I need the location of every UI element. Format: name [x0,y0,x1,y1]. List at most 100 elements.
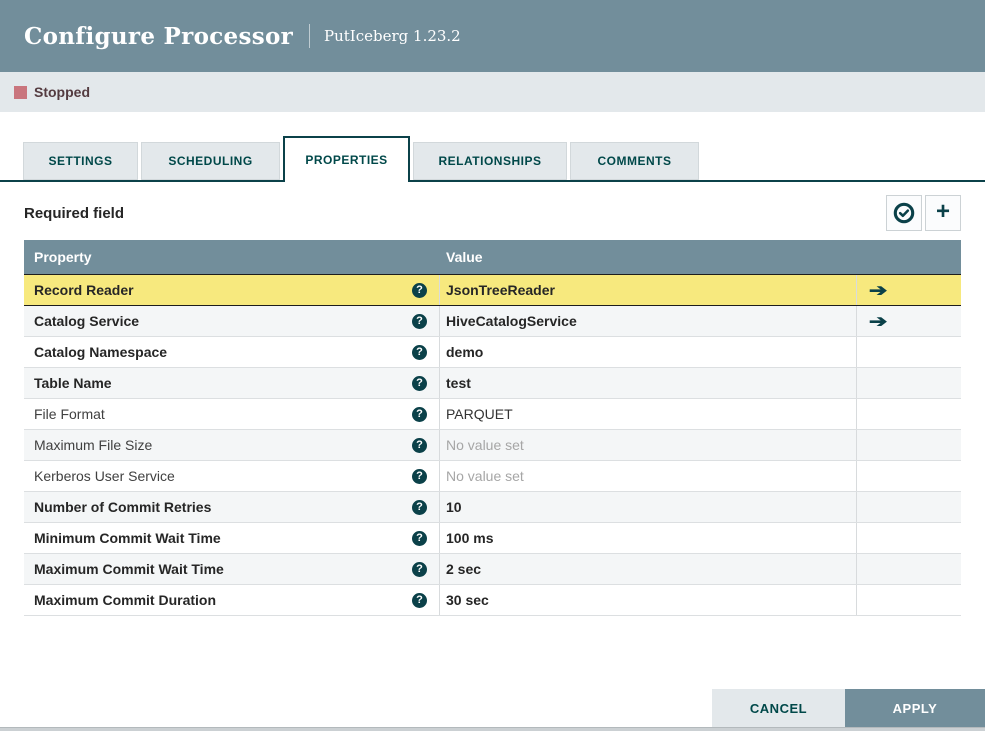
help-icon[interactable]: ? [412,344,427,360]
tab-relationships-label: RELATIONSHIPS [438,154,542,168]
property-value: PARQUET [446,406,513,422]
property-cell: Maximum File Size ? [24,430,440,460]
help-icon[interactable]: ? [412,561,427,577]
property-name: Kerberos User Service [34,468,175,484]
tab-relationships[interactable]: RELATIONSHIPS [413,142,567,180]
tab-properties[interactable]: PROPERTIES [283,136,410,182]
goto-cell: ➔ [857,554,961,584]
tab-settings[interactable]: SETTINGS [23,142,138,180]
processor-type-version: PutIceberg 1.23.2 [324,27,461,45]
dialog-title: Configure Processor [24,22,294,50]
help-icon[interactable]: ? [412,375,427,391]
column-header-property: Property [34,249,92,265]
table-row[interactable]: Kerberos User Service ? No value set ➔ [24,461,961,492]
help-icon[interactable]: ? [412,592,427,608]
property-cell: Table Name ? [24,368,440,398]
property-cell: Kerberos User Service ? [24,461,440,491]
goto-cell: ➔ [857,492,961,522]
help-icon[interactable]: ? [412,437,427,453]
apply-button[interactable]: APPLY [845,689,985,727]
property-value: test [446,375,471,391]
bottom-edge-strip [0,727,985,731]
cancel-button[interactable]: CANCEL [712,689,845,727]
property-value: 100 ms [446,530,494,546]
help-icon[interactable]: ? [412,406,427,422]
property-value: 10 [446,499,462,515]
goto-cell: ➔ [857,337,961,367]
value-cell[interactable]: 100 ms [440,523,857,553]
property-value: HiveCatalogService [446,313,577,329]
check-circle-icon [893,202,915,224]
help-icon[interactable]: ? [412,313,427,329]
property-value: demo [446,344,484,360]
goto-service-icon[interactable]: ➔ [869,313,888,330]
help-icon[interactable]: ? [412,468,427,484]
stopped-status-icon [14,85,27,99]
tab-comments[interactable]: COMMENTS [570,142,699,180]
property-name: Minimum Commit Wait Time [34,530,221,546]
property-cell: Catalog Namespace ? [24,337,440,367]
table-body: Record Reader ? JsonTreeReader ➔ Catalog… [24,274,961,616]
property-name: Maximum Commit Wait Time [34,561,224,577]
table-row[interactable]: Record Reader ? JsonTreeReader ➔ [24,274,961,306]
table-row[interactable]: Number of Commit Retries ? 10 ➔ [24,492,961,523]
property-name: Catalog Namespace [34,344,168,360]
dialog-footer: CANCEL APPLY [712,689,985,727]
properties-table: Property Value Record Reader ? JsonTreeR… [24,240,961,616]
tab-scheduling-label: SCHEDULING [168,154,253,168]
property-value: 30 sec [446,592,489,608]
title-divider [309,24,311,48]
property-name: File Format [34,406,105,422]
table-row[interactable]: Catalog Service ? HiveCatalogService ➔ [24,306,961,337]
property-cell: File Format ? [24,399,440,429]
property-name: Catalog Service [34,313,140,329]
goto-service-icon[interactable]: ➔ [869,282,888,299]
table-row[interactable]: Maximum Commit Wait Time ? 2 sec ➔ [24,554,961,585]
tab-scheduling[interactable]: SCHEDULING [141,142,280,180]
add-property-button[interactable]: + [925,195,961,231]
value-cell[interactable]: No value set [440,461,857,491]
goto-cell: ➔ [857,306,961,336]
property-name: Number of Commit Retries [34,499,212,515]
goto-cell: ➔ [857,523,961,553]
table-row[interactable]: Maximum Commit Duration ? 30 sec ➔ [24,585,961,616]
property-cell: Maximum Commit Wait Time ? [24,554,440,584]
verify-properties-button[interactable] [886,195,922,231]
property-value: 2 sec [446,561,482,577]
value-cell[interactable]: demo [440,337,857,367]
value-cell[interactable]: 2 sec [440,554,857,584]
properties-toolbar: Required field + [24,194,961,232]
tab-settings-label: SETTINGS [48,154,113,168]
table-row[interactable]: Table Name ? test ➔ [24,368,961,399]
goto-cell: ➔ [857,399,961,429]
table-row[interactable]: Maximum File Size ? No value set ➔ [24,430,961,461]
plus-icon: + [935,198,950,225]
help-icon[interactable]: ? [412,282,427,298]
value-cell[interactable]: 30 sec [440,585,857,615]
value-cell[interactable]: PARQUET [440,399,857,429]
table-row[interactable]: Catalog Namespace ? demo ➔ [24,337,961,368]
tab-properties-label: PROPERTIES [305,153,388,167]
value-cell[interactable]: 10 [440,492,857,522]
table-row[interactable]: Minimum Commit Wait Time ? 100 ms ➔ [24,523,961,554]
tab-comments-label: COMMENTS [597,154,672,168]
table-row[interactable]: File Format ? PARQUET ➔ [24,399,961,430]
stopped-status-label: Stopped [34,84,90,100]
dialog-header: Configure Processor PutIceberg 1.23.2 [0,0,985,72]
help-icon[interactable]: ? [412,530,427,546]
property-value: JsonTreeReader [446,282,555,298]
property-cell: Maximum Commit Duration ? [24,585,440,615]
value-cell[interactable]: JsonTreeReader [440,275,857,305]
required-field-note: Required field [24,204,125,222]
property-name: Maximum File Size [34,437,153,453]
value-cell[interactable]: HiveCatalogService [440,306,857,336]
property-cell: Minimum Commit Wait Time ? [24,523,440,553]
property-cell: Record Reader ? [24,275,440,305]
property-value: No value set [446,437,524,453]
goto-cell: ➔ [857,430,961,460]
column-header-value: Value [446,249,483,265]
goto-cell: ➔ [857,368,961,398]
help-icon[interactable]: ? [412,499,427,515]
value-cell[interactable]: No value set [440,430,857,460]
value-cell[interactable]: test [440,368,857,398]
